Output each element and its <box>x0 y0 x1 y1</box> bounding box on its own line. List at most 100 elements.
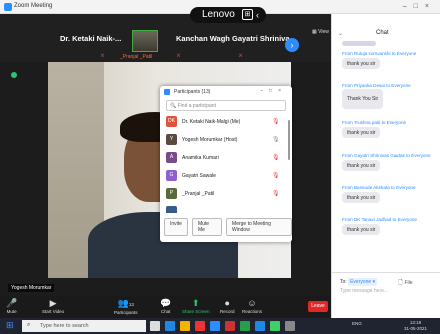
meeting-toolbar: 🎤 Mute ▶ Start Video 👥13 Participants 💬 … <box>0 296 331 318</box>
participant-avatar: Y <box>166 134 177 145</box>
share-screen-label: Share Screen <box>182 309 210 314</box>
participant-row[interactable] <box>160 203 292 213</box>
reactions-icon: ☺ <box>247 298 257 308</box>
taskbar-search-placeholder: Type here to search <box>40 323 89 329</box>
chat-title: Chat <box>376 30 389 36</box>
chat-label: Chat <box>160 309 171 314</box>
speaker-name-label: Yogesh Morumkar <box>8 284 55 292</box>
chat-message-sender: From Trushna patil to Everyone <box>342 120 407 125</box>
edge-icon[interactable] <box>165 321 175 331</box>
screen-extend-icon[interactable]: ⊞ <box>242 9 253 20</box>
muted-mic-icon: 🎙 <box>272 173 280 179</box>
participant-row[interactable]: DK Dr. Ketaki Naik-Malgi (Me) 🎙 <box>160 113 292 131</box>
gallery-thumbnail-video[interactable] <box>132 30 158 52</box>
overlay-chevron-icon[interactable]: ‹ <box>256 7 259 23</box>
participants-icon: 👥13 <box>117 298 134 308</box>
taskbar-search-input[interactable]: ⌕ Type here to search <box>22 320 146 332</box>
windows-start-icon[interactable]: ⊞ <box>6 321 15 330</box>
participant-avatar: G <box>166 170 177 181</box>
zoom-app-icon <box>164 89 170 95</box>
mic-icon: 🎙 <box>272 137 280 143</box>
system-tray-language[interactable]: ENG <box>352 321 362 326</box>
mute-button[interactable]: 🎤 Mute <box>6 298 17 314</box>
participant-name: Yogesh Morumkar (Host) <box>182 137 238 143</box>
participant-row[interactable]: A Anamika Kumari 🎙 <box>160 149 292 167</box>
chat-message-bubble: thank you sir <box>342 192 381 203</box>
participant-row[interactable]: G Gayatri Sawale 🎙 <box>160 167 292 185</box>
participants-actions: Invite Mute Me Merge to Meeting Window <box>164 218 292 236</box>
participant-avatar: A <box>166 152 177 163</box>
participant-name: _Pranjal _Patil <box>182 191 215 197</box>
clock-date: 31-05-2021 <box>404 326 428 331</box>
gallery-tile-name: Dr. Ketaki Naik-... <box>60 33 122 43</box>
participant-avatar: DK <box>166 116 177 127</box>
start-video-button[interactable]: ▶ Start Video <box>42 298 64 314</box>
participants-button[interactable]: 👥13 Participants <box>114 298 138 315</box>
chat-scroll-indicator <box>342 41 376 46</box>
share-screen-button[interactable]: ⬆ Share Screen <box>182 298 210 314</box>
app-icon[interactable] <box>240 321 250 331</box>
app-icon[interactable] <box>270 321 280 331</box>
mute-me-button[interactable]: Mute Me <box>191 218 223 236</box>
participant-search-input[interactable]: 🔍 Find a participant <box>166 100 286 111</box>
next-page-button[interactable]: › <box>285 38 299 52</box>
chat-icon: 💬 <box>160 298 172 308</box>
participants-header: Participants (13) –□× <box>160 86 292 98</box>
share-screen-icon: ⬆ <box>191 298 200 308</box>
participant-name: Anamika Kumari <box>182 155 219 161</box>
muted-mic-icon: ⨯ <box>238 53 244 59</box>
chat-button[interactable]: 💬 Chat <box>160 298 171 314</box>
gallery-strip: Dr. Ketaki Naik-... _Pranjal _Patil ⨯ Ka… <box>0 14 331 62</box>
security-status-icon[interactable] <box>11 72 17 78</box>
participant-count: 13 <box>128 302 134 307</box>
app-icon[interactable] <box>225 321 235 331</box>
chat-message-bubble: thank you sir <box>342 224 381 235</box>
chat-message-sender: From Bansode Akshata to Everyone <box>342 185 416 190</box>
leave-button[interactable]: Leave <box>308 301 328 312</box>
chat-divider <box>332 272 440 273</box>
windows-taskbar: ⊞ ⌕ Type here to search ENG 13:18 31-05-… <box>0 318 440 334</box>
to-label: To: <box>340 279 347 285</box>
participant-row[interactable]: Y Yogesh Morumkar (Host) 🎙 <box>160 131 292 149</box>
participants-label: Participants <box>114 310 138 315</box>
chat-collapse-icon[interactable]: ⌄ <box>338 30 343 37</box>
record-button[interactable]: ● Record <box>220 298 235 314</box>
chrome-icon[interactable] <box>195 321 205 331</box>
recipient-dropdown[interactable]: Everyone ▾ <box>348 278 378 286</box>
gallery-tile-1[interactable]: Dr. Ketaki Naik-... <box>60 14 121 62</box>
chat-message-bubble: Thank You Sir <box>342 89 384 109</box>
participants-panel: Participants (13) –□× 🔍 Find a participa… <box>160 86 292 242</box>
file-label: File <box>404 280 413 286</box>
reactions-button[interactable]: ☺ Reactions <box>242 298 262 314</box>
search-icon: ⌕ <box>27 322 31 328</box>
participant-row[interactable]: P _Pranjal _Patil 🎙 <box>160 185 292 203</box>
cortana-icon[interactable] <box>150 321 160 331</box>
participant-avatar <box>166 206 177 213</box>
lenovo-overlay: Lenovo ⊞ ‹ <box>190 7 266 23</box>
invite-button[interactable]: Invite <box>164 218 188 236</box>
zoom-taskbar-icon[interactable] <box>210 321 220 331</box>
taskbar-clock[interactable]: 13:18 31-05-2021 <box>404 320 427 332</box>
chat-message-sender: From Priyanka Desai to Everyone <box>342 83 411 88</box>
record-icon: ● <box>224 298 230 308</box>
thumbnail-name: _Pranjal _Patil <box>120 54 153 60</box>
lenovo-brand-text: Lenovo <box>202 9 235 20</box>
start-video-label: Start Video <box>42 309 65 314</box>
muted-mic-icon: 🎙 <box>272 155 280 161</box>
view-button[interactable]: ▦ View <box>312 29 329 35</box>
chat-message-bubble: thank you sir <box>342 127 381 138</box>
taskbar-apps <box>150 321 295 331</box>
chat-message-bubble: thank you sir <box>342 58 381 69</box>
file-button[interactable]: 🗋 File <box>398 278 413 288</box>
chat-message-input[interactable]: Type message here... <box>340 288 388 294</box>
window-controls[interactable]: –□× <box>403 3 436 10</box>
merge-window-button[interactable]: Merge to Meeting Window <box>226 218 292 236</box>
app-icon[interactable] <box>285 321 295 331</box>
file-explorer-icon[interactable] <box>180 321 190 331</box>
panel-window-controls[interactable]: –□× <box>260 88 287 94</box>
microphone-icon: 🎤 <box>6 298 18 308</box>
chat-message-bubble: thank you sir <box>342 160 381 171</box>
participants-scrollbar[interactable] <box>288 120 290 160</box>
app-icon[interactable] <box>255 321 265 331</box>
view-label: View <box>318 29 329 35</box>
